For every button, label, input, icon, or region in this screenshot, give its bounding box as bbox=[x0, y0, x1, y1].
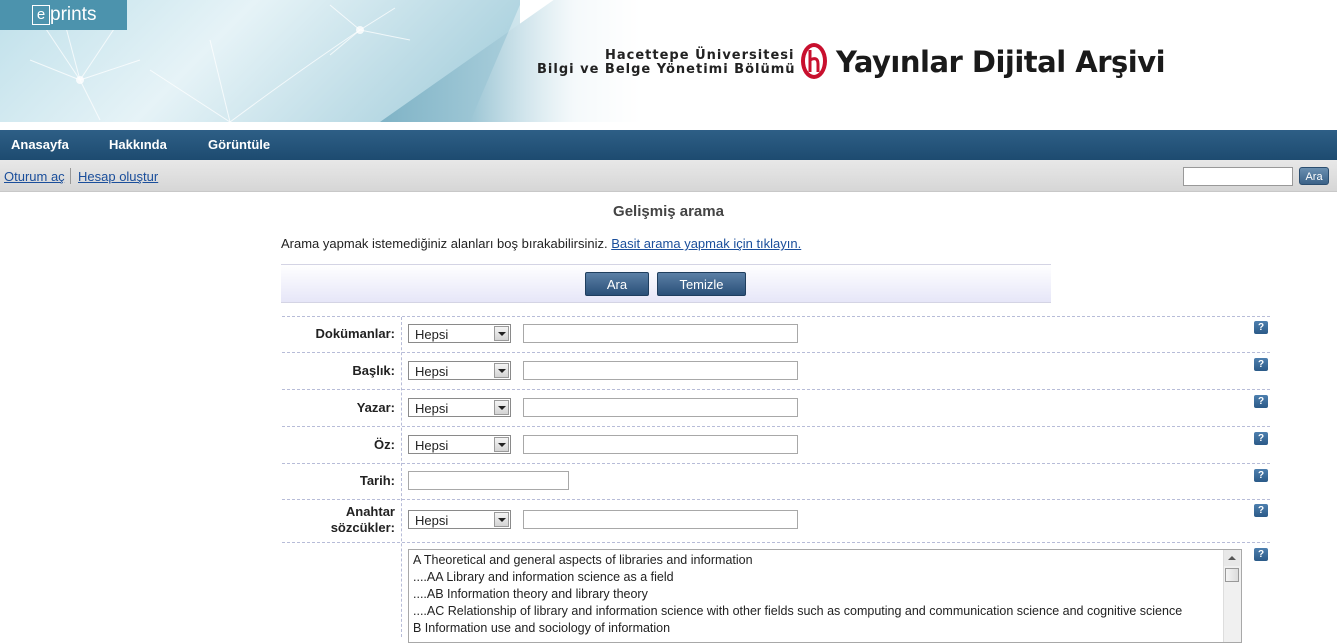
clear-button[interactable]: Temizle bbox=[657, 272, 746, 296]
search-controls-bar: Ara Temizle bbox=[281, 264, 1051, 303]
select-value: Hepsi bbox=[415, 364, 449, 379]
list-item[interactable]: ....AB Information theory and library th… bbox=[413, 587, 648, 601]
list-item[interactable]: ....AA Library and information science a… bbox=[413, 570, 674, 584]
university-name: Hacettepe Üniversitesi bbox=[605, 48, 795, 63]
select-value: Hepsi bbox=[415, 513, 449, 528]
row-divider bbox=[282, 542, 1270, 543]
select-value: Hepsi bbox=[415, 401, 449, 416]
date-input[interactable] bbox=[408, 471, 569, 490]
archive-title: Yayınlar Dijital Arşivi bbox=[836, 45, 1166, 79]
title-match-select[interactable]: Hepsi bbox=[408, 361, 511, 380]
help-icon[interactable]: ? bbox=[1254, 432, 1268, 445]
subjects-listbox[interactable]: A Theoretical and general aspects of lib… bbox=[408, 549, 1242, 643]
chevron-down-icon bbox=[494, 363, 509, 378]
title-input[interactable] bbox=[523, 361, 798, 380]
keywords-input[interactable] bbox=[523, 510, 798, 529]
register-link[interactable]: Hesap oluştur bbox=[78, 169, 158, 184]
help-icon[interactable]: ? bbox=[1254, 548, 1268, 561]
select-value: Hepsi bbox=[415, 438, 449, 453]
eprints-logo-e: e bbox=[32, 5, 50, 25]
main-nav: Anasayfa Hakkında Görüntüle bbox=[0, 130, 1337, 160]
quick-search-button[interactable]: Ara bbox=[1299, 167, 1329, 185]
help-icon[interactable]: ? bbox=[1254, 504, 1268, 517]
chevron-down-icon bbox=[494, 437, 509, 452]
keywords-label-line1: Anahtar bbox=[345, 504, 395, 519]
author-label: Yazar: bbox=[356, 400, 395, 415]
help-icon[interactable]: ? bbox=[1254, 395, 1268, 408]
header-banner: e prints Hacettepe Üniversitesi Bilgi ve… bbox=[0, 0, 1337, 122]
help-icon[interactable]: ? bbox=[1254, 469, 1268, 482]
list-item[interactable]: A Theoretical and general aspects of lib… bbox=[413, 553, 753, 567]
abstract-input[interactable] bbox=[523, 435, 798, 454]
documents-match-select[interactable]: Hepsi bbox=[408, 324, 511, 343]
eprints-logo-text: prints bbox=[50, 4, 97, 25]
page-title: Gelişmiş arama bbox=[613, 203, 724, 220]
intro-line: Arama yapmak istemediğiniz alanları boş … bbox=[281, 236, 801, 251]
quick-search-input[interactable] bbox=[1183, 167, 1293, 186]
chevron-down-icon bbox=[494, 512, 509, 527]
scrollbar[interactable] bbox=[1223, 550, 1241, 642]
intro-text: Arama yapmak istemediğiniz alanları boş … bbox=[281, 236, 608, 251]
title-label: Başlık: bbox=[352, 363, 395, 378]
nav-home[interactable]: Anasayfa bbox=[11, 130, 69, 160]
row-divider bbox=[282, 499, 1270, 500]
department-name: Bilgi ve Belge Yönetimi Bölümü bbox=[537, 62, 796, 77]
documents-input[interactable] bbox=[523, 324, 798, 343]
user-links-divider bbox=[70, 168, 71, 184]
eprints-logo[interactable]: e prints bbox=[0, 0, 127, 30]
date-label: Tarih: bbox=[359, 473, 395, 488]
documents-label: Dokümanlar: bbox=[315, 326, 395, 341]
list-item[interactable]: B Information use and sociology of infor… bbox=[413, 621, 670, 635]
keywords-match-select[interactable]: Hepsi bbox=[408, 510, 511, 529]
help-icon[interactable]: ? bbox=[1254, 358, 1268, 371]
hacettepe-logo-icon bbox=[801, 43, 827, 79]
keywords-label-line2: sözcükler: bbox=[330, 520, 395, 535]
abstract-match-select[interactable]: Hepsi bbox=[408, 435, 511, 454]
row-divider bbox=[282, 389, 1270, 390]
list-item[interactable]: ....AC Relationship of library and infor… bbox=[413, 604, 1182, 618]
login-link[interactable]: Oturum aç bbox=[4, 169, 65, 184]
scroll-thumb[interactable] bbox=[1225, 568, 1239, 582]
simple-search-link[interactable]: Basit arama yapmak için tıklayın. bbox=[611, 236, 801, 251]
nav-about[interactable]: Hakkında bbox=[109, 130, 167, 160]
column-divider bbox=[401, 317, 402, 637]
user-bar: Oturum aç Hesap oluştur bbox=[0, 160, 1337, 192]
row-divider bbox=[282, 463, 1270, 464]
author-input[interactable] bbox=[523, 398, 798, 417]
scroll-up-icon[interactable] bbox=[1224, 550, 1240, 566]
row-divider bbox=[282, 352, 1270, 353]
help-icon[interactable]: ? bbox=[1254, 321, 1268, 334]
search-button[interactable]: Ara bbox=[585, 272, 649, 296]
chevron-down-icon bbox=[494, 400, 509, 415]
row-divider bbox=[282, 316, 1270, 317]
abstract-label: Öz: bbox=[374, 437, 395, 452]
select-value: Hepsi bbox=[415, 327, 449, 342]
nav-browse[interactable]: Görüntüle bbox=[208, 130, 270, 160]
chevron-down-icon bbox=[494, 326, 509, 341]
author-match-select[interactable]: Hepsi bbox=[408, 398, 511, 417]
row-divider bbox=[282, 426, 1270, 427]
